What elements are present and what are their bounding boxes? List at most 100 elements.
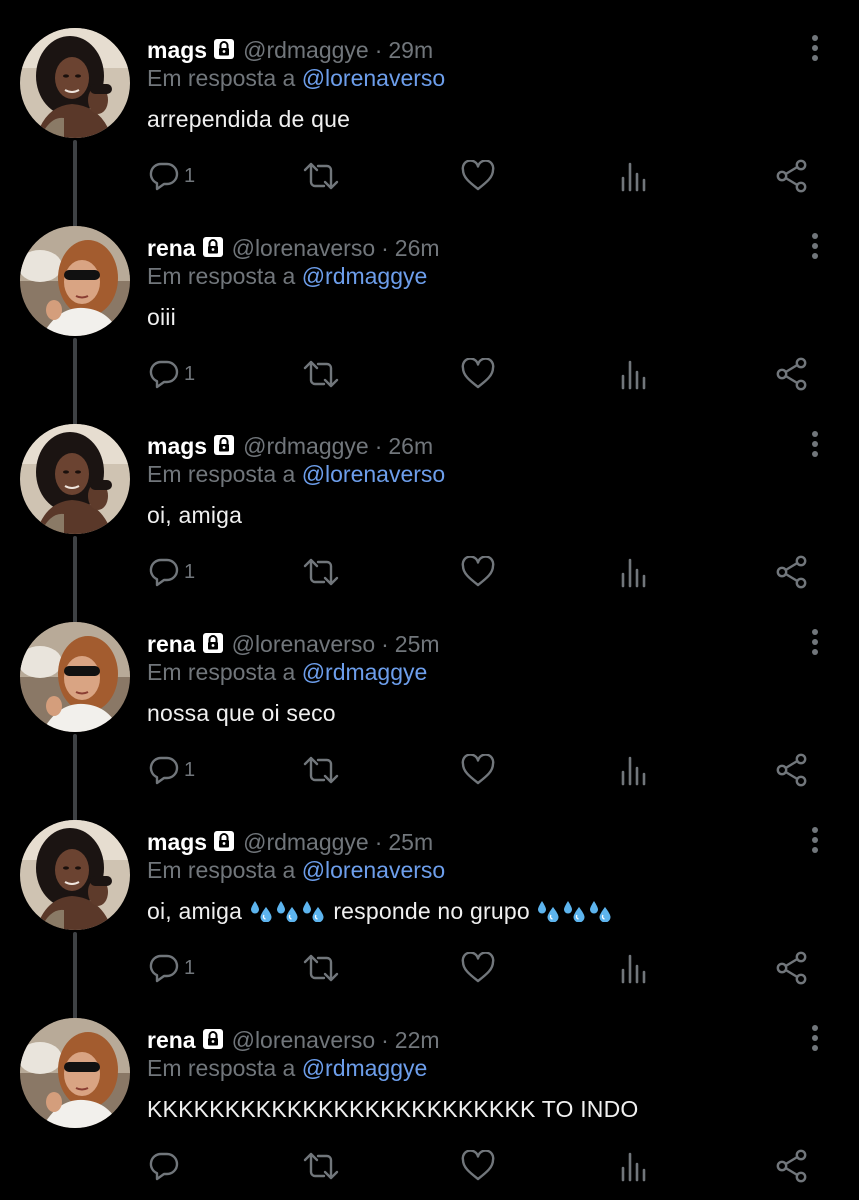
reply-count: 1: [184, 758, 196, 781]
reply-mention[interactable]: @rdmaggye: [302, 1055, 428, 1081]
views-button[interactable]: [620, 356, 650, 392]
avatar[interactable]: [20, 1018, 130, 1128]
retweet-button[interactable]: [302, 950, 340, 986]
heart-icon: [461, 556, 495, 587]
analytics-icon: [621, 162, 646, 192]
timestamp[interactable]: 25m: [388, 829, 433, 856]
reply-button[interactable]: 1: [148, 554, 195, 590]
reply-context: Em resposta a @rdmaggye: [147, 1055, 427, 1082]
tweet-header: rena @lorenaverso · 22m: [147, 1025, 440, 1055]
timestamp[interactable]: 29m: [388, 37, 433, 64]
tweet[interactable]: rena @lorenaverso · 22m Em resposta a @r…: [0, 990, 859, 1188]
tweet[interactable]: mags @rdmaggye · 26m Em resposta a @lore…: [0, 396, 859, 594]
like-button[interactable]: [461, 950, 495, 986]
reply-mention[interactable]: @rdmaggye: [302, 263, 428, 289]
more-vertical-icon[interactable]: [803, 1022, 827, 1054]
share-button[interactable]: [775, 554, 809, 590]
timestamp[interactable]: 22m: [395, 1027, 440, 1054]
display-name[interactable]: rena: [147, 235, 196, 262]
retweet-button[interactable]: [302, 752, 340, 788]
tweet-header: mags @rdmaggye · 25m: [147, 827, 433, 857]
avatar[interactable]: [20, 226, 130, 336]
retweet-button[interactable]: [302, 1148, 340, 1184]
like-button[interactable]: [461, 1148, 495, 1184]
avatar[interactable]: [20, 622, 130, 732]
tweet[interactable]: mags @rdmaggye · 29m Em resposta a @lore…: [0, 0, 859, 198]
user-handle[interactable]: @rdmaggye: [243, 829, 369, 856]
reply-button[interactable]: 1: [148, 158, 195, 194]
user-handle[interactable]: @lorenaverso: [232, 1027, 376, 1054]
reply-prefix: Em resposta a: [147, 461, 296, 487]
tweet-text: oi, amiga: [147, 502, 243, 528]
views-button[interactable]: [620, 158, 650, 194]
reply-mention[interactable]: @rdmaggye: [302, 659, 428, 685]
like-button[interactable]: [461, 554, 495, 590]
user-handle[interactable]: @lorenaverso: [232, 235, 376, 262]
share-button[interactable]: [775, 950, 809, 986]
avatar[interactable]: [20, 424, 130, 534]
share-icon: [776, 555, 807, 589]
user-handle[interactable]: @lorenaverso: [232, 631, 376, 658]
share-button[interactable]: [775, 1148, 809, 1184]
more-vertical-icon[interactable]: [803, 626, 827, 658]
reply-icon: [149, 360, 179, 389]
like-button[interactable]: [461, 158, 495, 194]
more-vertical-icon[interactable]: [803, 428, 827, 460]
reply-button[interactable]: [148, 1148, 184, 1184]
views-button[interactable]: [620, 1148, 650, 1184]
reply-button[interactable]: 1: [148, 356, 195, 392]
reply-button[interactable]: 1: [148, 950, 195, 986]
avatar[interactable]: [20, 820, 130, 930]
separator: ·: [381, 630, 389, 657]
reply-mention[interactable]: @lorenaverso: [302, 65, 446, 91]
user-handle[interactable]: @rdmaggye: [243, 433, 369, 460]
retweet-button[interactable]: [302, 158, 340, 194]
timestamp[interactable]: 26m: [388, 433, 433, 460]
separator: ·: [374, 432, 383, 459]
more-vertical-icon[interactable]: [803, 824, 827, 856]
separator: ·: [381, 234, 389, 261]
share-button[interactable]: [775, 752, 809, 788]
tweet-actions: 1: [0, 356, 859, 396]
tweet-header: rena @lorenaverso · 26m: [147, 233, 440, 263]
views-button[interactable]: [620, 950, 650, 986]
display-name[interactable]: mags: [147, 37, 207, 64]
views-button[interactable]: [620, 554, 650, 590]
retweet-button[interactable]: [302, 356, 340, 392]
tweet-header: mags @rdmaggye · 29m: [147, 35, 433, 65]
tweet[interactable]: mags @rdmaggye · 25m Em resposta a @lore…: [0, 792, 859, 990]
reply-icon: [149, 558, 179, 587]
reply-icon: [149, 954, 179, 983]
timestamp[interactable]: 25m: [395, 631, 440, 658]
tweet[interactable]: rena @lorenaverso · 26m Em resposta a @r…: [0, 198, 859, 396]
views-button[interactable]: [620, 752, 650, 788]
display-name[interactable]: mags: [147, 433, 207, 460]
display-name[interactable]: rena: [147, 631, 196, 658]
reply-icon: [149, 1152, 179, 1181]
tweet[interactable]: rena @lorenaverso · 25m Em resposta a @r…: [0, 594, 859, 792]
avatar[interactable]: [20, 28, 130, 138]
display-name[interactable]: mags: [147, 829, 207, 856]
like-button[interactable]: [461, 356, 495, 392]
timestamp[interactable]: 26m: [395, 235, 440, 262]
share-icon: [776, 357, 807, 391]
lock-icon: [213, 38, 235, 60]
share-icon: [776, 753, 807, 787]
share-button[interactable]: [775, 356, 809, 392]
reply-mention[interactable]: @lorenaverso: [302, 461, 446, 487]
like-button[interactable]: [461, 752, 495, 788]
user-handle[interactable]: @rdmaggye: [243, 37, 369, 64]
share-button[interactable]: [775, 158, 809, 194]
display-name[interactable]: rena: [147, 1027, 196, 1054]
separator: ·: [381, 1026, 389, 1053]
reply-button[interactable]: 1: [148, 752, 195, 788]
heart-icon: [461, 160, 495, 191]
reply-mention[interactable]: @lorenaverso: [302, 857, 446, 883]
retweet-icon: [303, 1152, 339, 1180]
reply-prefix: Em resposta a: [147, 65, 296, 91]
reply-count: 1: [184, 560, 196, 583]
more-vertical-icon[interactable]: [803, 230, 827, 262]
separator: ·: [374, 828, 383, 855]
more-vertical-icon[interactable]: [803, 32, 827, 64]
retweet-button[interactable]: [302, 554, 340, 590]
